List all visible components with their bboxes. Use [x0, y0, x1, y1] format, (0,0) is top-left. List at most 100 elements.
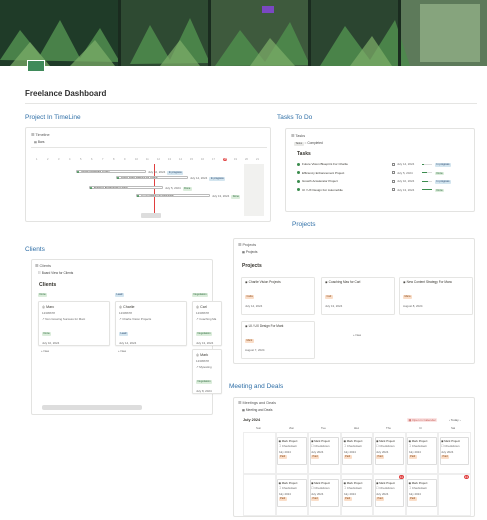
event-sub: ☐ Checkdown	[278, 444, 298, 448]
timeline-bar-meta: July 13, 2024 Done	[212, 194, 241, 199]
project-name: ◉ New Content Strategy For Mara	[403, 280, 452, 284]
new-card-button[interactable]: + New	[41, 349, 49, 353]
task-date: July 10, 2024	[397, 179, 415, 184]
client-name: ◎ Charlie	[119, 305, 135, 309]
new-project-button[interactable]: + New	[353, 333, 361, 337]
meetings-view-tab[interactable]: ▦ Meeting and Deals	[242, 408, 273, 412]
timeline-database[interactable]: ☰ Timeline ▤ Bars 1 2 3 4 5 6 7 8 9 10 11 12 13 14 15 1…	[25, 127, 271, 222]
event-sub: ☐ Checkdown	[376, 486, 395, 490]
event-title: ◉ Mark Project	[311, 438, 330, 443]
timeline-bar-date: July 5, 2024	[165, 186, 181, 190]
clients-heading: Clients	[25, 246, 45, 253]
timeline-bar[interactable]: Growth Accelerator Project	[76, 170, 146, 173]
client-name: ◎ Marc	[42, 305, 55, 309]
open-in-calendar-button[interactable]: ▦ Open in Calendar	[407, 418, 438, 422]
event-sub: ☐ Checkdown	[408, 444, 428, 448]
event-date: July 2024	[278, 491, 291, 496]
task-progress-bar	[422, 163, 432, 165]
calendar-event[interactable]: ◉ Mark Project ☐ Checkdown July 2024 Paid	[374, 437, 404, 465]
event-date: July 2024	[311, 449, 324, 454]
new-card-button[interactable]: + New	[118, 349, 126, 353]
event-title: ◉ Mark Project	[376, 480, 395, 485]
client-name: ◎ Carl	[196, 305, 207, 309]
board-column-label: Lead	[115, 293, 124, 297]
calendar-day-cell[interactable]	[243, 474, 276, 516]
calendar-event[interactable]: ◉ Mark Project ☐ Checkdown July 2024 Paid	[342, 437, 372, 465]
task-checkbox[interactable]	[392, 162, 395, 166]
task-checkbox[interactable]	[392, 171, 395, 175]
event-tag: Paid	[343, 455, 352, 459]
clients-view-tab[interactable]: ☷ Board View for Clients	[38, 271, 73, 275]
client-card[interactable]: ◎ Marc 12345678 ↗ Non Growing Success for …	[38, 301, 110, 346]
client-card[interactable]: ◎ Carl 12345678 ↗ Coaching Ma Negotiation Ju…	[192, 301, 222, 346]
task-date: July 13, 2024	[397, 187, 415, 192]
timeline-bar[interactable]: UI / UX Design For Automobile	[136, 194, 210, 197]
client-date: July 13, 2024	[196, 341, 214, 345]
meetings-database[interactable]: ☰ Meetings and Deals ▦ Meeting and Deals…	[233, 397, 475, 517]
calendar-event[interactable]: ◉ Mark Project ☐ Checkdown July 2024 Paid	[374, 479, 404, 507]
projects-view-tab[interactable]: ▦ Projects	[242, 250, 257, 254]
clients-scrollbar[interactable]	[42, 405, 142, 410]
client-date: July 8, 2024	[196, 389, 212, 393]
timeline-heading: Project In TimeLine	[25, 114, 81, 121]
clients-database[interactable]: ☰ Clients ☷ Board View for Clients Clien…	[31, 259, 222, 415]
client-card[interactable]: ◎ Mark 12345678 ↗ Mytesting Negotiation July…	[192, 349, 222, 394]
timeline-bar[interactable]: Future Vision Blueprint For Charlie	[116, 176, 188, 179]
event-date: July 2024	[376, 449, 389, 454]
event-sub: ☐ Checkdown	[278, 486, 298, 490]
task-checkbox[interactable]	[392, 188, 395, 192]
client-project: ↗ Non Growing Success for Marc	[42, 317, 86, 321]
task-checkbox[interactable]	[392, 179, 395, 183]
event-tag: Paid	[278, 497, 287, 501]
page-title: Freelance Dashboard	[25, 89, 107, 98]
client-card[interactable]: ◎ Charlie 12345678 ↗ Charlie Vision Projec…	[115, 301, 187, 346]
today-button[interactable]: ‹ Today ›	[449, 418, 461, 422]
project-card[interactable]: ◉ Coaching Mas for Carl Carl July 13, 2024…	[321, 277, 395, 315]
event-sub: ☐ Checkdown	[441, 444, 460, 448]
calendar-event[interactable]: ◉ Mark Project ☐ Checkdown July 2024 Paid	[309, 437, 339, 465]
timeline-bar-date: July 10, 2024	[148, 170, 166, 174]
task-status-icon	[297, 162, 300, 166]
projects-heading: Projects	[292, 221, 316, 228]
calendar-event[interactable]: ◉ Mark Project ☐ Checkdown July 2024 Paid	[407, 479, 437, 507]
calendar-event[interactable]: ◉ Mark Project ☐ Checkdown July 2024 Paid	[277, 479, 307, 507]
project-card[interactable]: ◉ Charlie Vision Projects Carla July 14, 2…	[241, 277, 315, 315]
calendar-event[interactable]: ◉ Mark Project ☐ Checkdown July 2024 Paid	[439, 437, 469, 465]
timeline-scrollbar[interactable]	[141, 213, 161, 218]
timeline-bar[interactable]: Efficiency Enhancement Project	[89, 186, 163, 189]
project-date: August 7, 2024	[245, 348, 265, 352]
calendar-event[interactable]: ◉ Mark Project ☐ Checkdown July 2024 Paid	[342, 479, 372, 507]
calendar-event[interactable]: ◉ Mark Project ☐ Checkdown July 2024 Paid	[309, 479, 339, 507]
project-date: July 13, 2024	[325, 304, 343, 308]
task-row[interactable]: Growth Accelerator Project July 10, 2024 I…	[297, 179, 472, 186]
clients-db-title: ☰ Clients	[35, 264, 52, 268]
calendar-day-cell[interactable]: 13	[438, 474, 471, 516]
event-date: July 2024	[343, 491, 356, 496]
task-row[interactable]: UI / UX Design For Automobile July 13, 20…	[297, 188, 472, 195]
event-tag: Paid	[376, 455, 385, 459]
board-column-label: Done	[38, 293, 48, 297]
calendar-event[interactable]: ◉ Mark Project ☐ Checkdown July 2024 Paid	[407, 437, 437, 465]
task-date: July 5, 2024	[397, 170, 413, 175]
event-sub: ☐ Checkdown	[311, 486, 330, 490]
tasks-heading-inner: Tasks	[297, 151, 311, 157]
weekday-label: Wed	[353, 426, 360, 430]
task-status-icon	[297, 171, 300, 175]
event-title: ◉ Mark Project	[311, 480, 330, 485]
page-icon[interactable]	[27, 60, 45, 72]
calendar-day-cell[interactable]	[243, 432, 276, 474]
project-card[interactable]: ◉ UI / UX Design For Mark Mark August 7, 2…	[241, 321, 315, 359]
event-tag: Paid	[441, 455, 450, 459]
tasks-database[interactable]: ☰ Tasks Tasks ○ Completed Tasks Future V…	[285, 128, 475, 212]
tasks-view-tabs[interactable]: Tasks ○ Completed	[294, 141, 323, 146]
calendar-event[interactable]: ◉ Mark Project ☐ Checkdown July 2024 Paid	[277, 437, 307, 465]
task-row[interactable]: Future Vision Blueprint For Charlie July …	[297, 162, 472, 169]
project-card[interactable]: ◉ New Content Strategy For Mara Mara Augus…	[399, 277, 473, 315]
event-tag: Paid	[343, 497, 352, 501]
timeline-bar-date: July 14, 2024	[190, 176, 208, 180]
status-dot-icon	[89, 186, 92, 189]
projects-database[interactable]: ☰ Projects ▦ Projects Projects ◉ Charlie…	[233, 238, 475, 364]
calendar-weekdays: Sun Mon Tue Wed Thu Fri Sat	[243, 426, 471, 431]
task-row[interactable]: Efficiency Enhancement Project July 5, 20…	[297, 171, 472, 178]
tasks-heading: Tasks To Do	[277, 114, 313, 121]
